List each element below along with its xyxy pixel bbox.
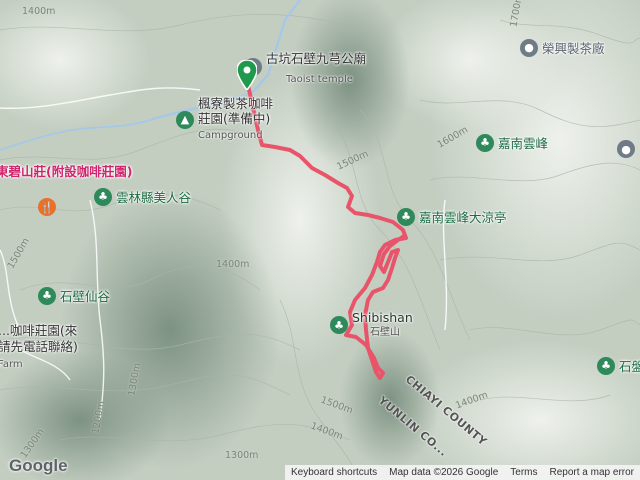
park-icon: ♣ [38,286,56,305]
poi-shibishan[interactable]: ♣ Shibishan 石壁山 [330,311,413,339]
map-view[interactable]: 1400m 1500m 1600m 1700m 1400m 1300m 1200… [0,0,640,480]
terms-link[interactable]: Terms [504,467,543,478]
poi-sub-label: 石壁山 [370,327,400,338]
poi-beauty-valley[interactable]: ♣ 雲林縣美人谷 [94,187,191,206]
poi-shibi-valley[interactable]: ♣ 石壁仙谷 [38,286,110,305]
contour-label: 1400m [216,259,250,270]
poi-label: 雲林縣美人谷 [116,190,192,205]
attribution-bar: Keyboard shortcuts Map data ©2026 Google… [284,465,640,480]
poi-category: Taoist temple [286,74,353,85]
poi-label: 古坑石壁九芎公廟 [266,51,367,66]
poi-label: 嘉南雲峰大涼亭 [419,210,507,225]
poi-label: 石壁仙谷 [60,289,111,304]
poi-label-line2: 請先電話聯絡) [0,339,78,354]
poi-label: 嘉南雲峰 [498,136,549,151]
poi-campground[interactable]: ▲ 楓寮製茶咖啡莊園(準備中) Campground [176,96,280,143]
peak-icon: ♣ [330,316,348,334]
poi-dongbi-lodge[interactable]: 東碧山莊(附設咖啡莊園) [0,161,132,180]
poi-category: Farm [0,359,23,370]
park-icon: ♣ [94,187,112,206]
poi-shipan[interactable]: ♣ 石盤 [597,356,640,375]
park-icon: ♣ [476,133,494,152]
poi-coffee-farm[interactable]: ...咖啡莊園(來 請先電話聯絡) Farm [0,322,78,372]
poi-pavilion[interactable]: ♣ 嘉南雲峰大涼亭 [397,207,507,226]
place-icon: ● [617,140,635,158]
poi-tea-factory[interactable]: ● 榮興製茶廠 [520,38,605,57]
map-data-notice[interactable]: Map data ©2026 Google [383,467,504,478]
poi-restaurant[interactable]: 🍴 [38,198,56,216]
park-icon: ♣ [397,207,415,226]
poi-label: Shibishan [352,310,413,325]
keyboard-shortcuts-link[interactable]: Keyboard shortcuts [285,467,383,478]
restaurant-icon: 🍴 [38,198,56,216]
poi-label: 石盤 [619,359,640,374]
google-logo: Google [9,456,68,475]
route-start-pin-icon[interactable] [237,60,257,90]
poi-label: ...咖啡莊園(來 [0,323,78,338]
poi-category: Campground [198,130,263,141]
poi-label: 榮興製茶廠 [542,41,605,56]
contour-label: 1300m [225,450,259,461]
place-icon: ● [520,38,538,57]
contour-label: 1400m [22,6,56,17]
campground-icon: ▲ [176,110,194,129]
report-map-error-link[interactable]: Report a map error [544,467,640,478]
poi-jianan-yunfeng[interactable]: ♣ 嘉南雲峰 [476,133,548,152]
poi-edge-place[interactable]: ● [617,140,635,158]
poi-label: 楓寮製茶咖啡莊園(準備中) [198,96,274,126]
poi-temple[interactable]: ✝ 古坑石壁九芎公廟 Taoist temple [244,48,366,86]
park-icon: ♣ [597,356,615,375]
poi-label: 東碧山莊(附設咖啡莊園) [0,164,133,179]
